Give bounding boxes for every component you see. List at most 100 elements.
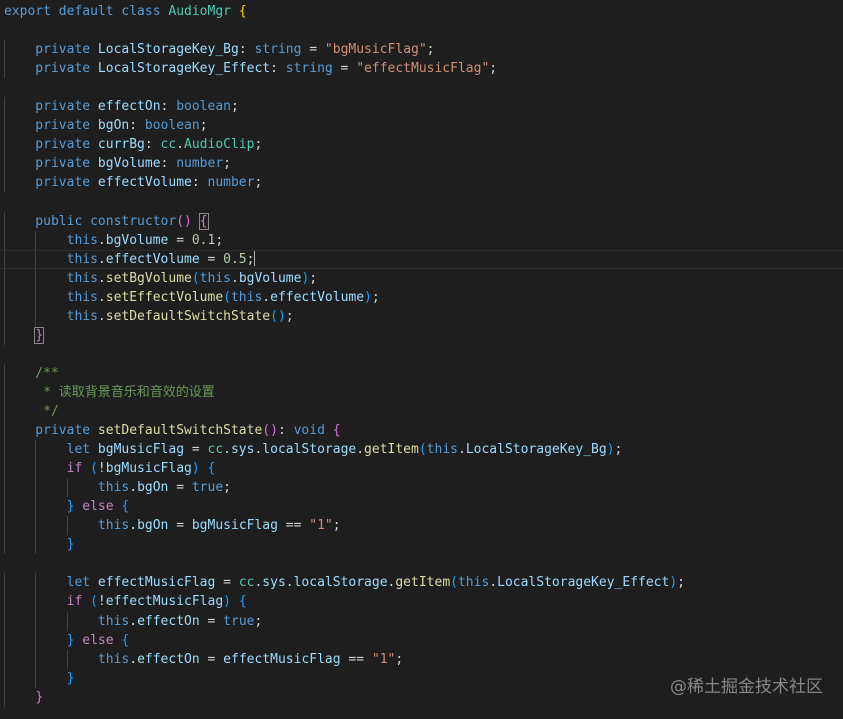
- code-token: }: [35, 689, 44, 705]
- code-line[interactable]: private setDefaultSwitchState(): void {: [0, 421, 843, 441]
- code-line[interactable]: this.effectVolume = 0.5;: [0, 249, 843, 269]
- code-token: :: [160, 156, 177, 172]
- code-token: constructor: [90, 213, 177, 229]
- indent-guide: [4, 116, 5, 136]
- code-token: getItem: [395, 575, 451, 591]
- code-line[interactable]: [0, 192, 843, 211]
- code-token: LocalStorageKey_Bg: [97, 42, 239, 58]
- code-token: setEffectVolume: [105, 289, 224, 305]
- code-token: (: [223, 289, 231, 305]
- code-token: bgVolume: [105, 232, 169, 248]
- code-line[interactable]: if (!effectMusicFlag) {: [0, 592, 843, 612]
- code-line[interactable]: let bgMusicFlag = cc.sys.localStorage.ge…: [0, 440, 843, 460]
- code-token: getItem: [364, 442, 419, 458]
- code-line[interactable]: public constructor() {: [0, 211, 843, 231]
- indent-guide: [4, 363, 5, 383]
- code-line[interactable]: this.setEffectVolume(this.effectVolume);: [0, 287, 843, 307]
- code-token: effectOn: [137, 651, 200, 667]
- code-line[interactable]: [0, 345, 843, 364]
- code-line[interactable]: this.bgOn = true;: [0, 478, 843, 498]
- code-token: .: [457, 442, 466, 458]
- code-line[interactable]: private currBg: cc.AudioClip;: [0, 135, 843, 155]
- code-token: (): [270, 308, 286, 324]
- code-line[interactable]: */: [0, 401, 843, 422]
- indent-guide: [4, 306, 5, 326]
- code-token: ): [606, 442, 615, 458]
- code-token: setDefaultSwitchState: [97, 423, 263, 439]
- code-token: .: [129, 613, 138, 629]
- code-line[interactable]: if (!bgMusicFlag) {: [0, 459, 843, 479]
- code-token: true: [223, 613, 255, 629]
- indent-guide: [35, 535, 37, 555]
- code-line[interactable]: private bgOn: boolean;: [0, 116, 843, 136]
- code-line[interactable]: this.setDefaultSwitchState();: [0, 306, 843, 326]
- code-token: cc: [160, 137, 177, 153]
- code-token: =: [332, 61, 357, 77]
- text-cursor: [254, 250, 256, 266]
- code-token: LocalStorageKey_Bg: [465, 442, 607, 458]
- indent-guide: [4, 154, 5, 174]
- indent-guide: [4, 649, 5, 669]
- indent-guide: [4, 497, 5, 517]
- code-line[interactable]: private bgVolume: number;: [0, 154, 843, 174]
- code-token: bgOn: [97, 118, 130, 134]
- code-line[interactable]: }: [0, 325, 843, 345]
- code-token: let: [4, 575, 98, 591]
- code-line[interactable]: [0, 78, 843, 97]
- code-line[interactable]: [0, 554, 843, 573]
- code-token: bgOn: [137, 480, 169, 496]
- indent-guide: [35, 573, 37, 593]
- code-token: .: [97, 232, 106, 248]
- code-line[interactable]: this.bgVolume = 0.1;: [0, 230, 843, 250]
- code-token: effectVolume: [97, 175, 192, 191]
- code-line[interactable]: /**: [0, 363, 843, 383]
- indent-guide: [35, 440, 37, 460]
- code-line[interactable]: } else {: [0, 497, 843, 517]
- code-token: (): [262, 423, 278, 439]
- code-line[interactable]: this.effectOn = effectMusicFlag == "1";: [0, 649, 843, 669]
- code-token: =: [184, 442, 208, 458]
- indent-guide: [4, 440, 5, 460]
- code-line[interactable]: this.setBgVolume(this.bgVolume);: [0, 268, 843, 288]
- code-line[interactable]: private LocalStorageKey_Effect: string =…: [0, 59, 843, 79]
- code-token: this: [4, 232, 98, 248]
- code-line[interactable]: } else {: [0, 630, 843, 650]
- code-token: "1": [371, 651, 396, 667]
- code-token: private: [4, 118, 98, 134]
- indent-guide: [35, 611, 37, 631]
- code-line[interactable]: this.bgOn = bgMusicFlag == "1";: [0, 516, 843, 536]
- code-line[interactable]: this.effectOn = true;: [0, 611, 843, 631]
- code-line[interactable]: * 读取背景音乐和音效的设置: [0, 382, 843, 402]
- code-editor[interactable]: export default class AudioMgr { private …: [0, 0, 843, 719]
- indent-guide: [4, 230, 5, 250]
- watermark: @稀土掘金技术社区: [670, 677, 823, 697]
- code-token: localStorage: [262, 442, 357, 458]
- code-token: ): [364, 289, 372, 305]
- code-token: cc: [207, 442, 224, 458]
- code-token: =: [215, 575, 239, 591]
- code-line[interactable]: let effectMusicFlag = cc.sys.localStorag…: [0, 573, 843, 593]
- code-token: ;: [215, 232, 224, 248]
- code-line[interactable]: private LocalStorageKey_Bg: string = "bg…: [0, 40, 843, 60]
- code-token: .: [230, 270, 239, 286]
- code-token: ;: [614, 442, 623, 458]
- code-token: "bgMusicFlag": [324, 42, 427, 58]
- code-token: bgOn: [137, 518, 169, 534]
- code-token: else: [74, 499, 122, 515]
- code-line[interactable]: }: [0, 535, 843, 555]
- code-line[interactable]: [0, 21, 843, 40]
- code-token: if: [4, 594, 91, 610]
- code-line[interactable]: export default class AudioMgr {: [0, 2, 843, 21]
- code-token: :: [129, 118, 145, 134]
- code-token: this: [4, 251, 98, 267]
- indent-guide: [4, 382, 5, 402]
- code-line[interactable]: private effectVolume: number;: [0, 173, 843, 193]
- code-token: sys: [262, 575, 286, 591]
- code-token: .: [223, 442, 231, 458]
- code-token: private: [4, 423, 98, 439]
- code-line[interactable]: private effectOn: boolean;: [0, 97, 843, 117]
- code-token: ==: [277, 518, 310, 534]
- code-area[interactable]: export default class AudioMgr { private …: [0, 2, 843, 707]
- indent-guide: [35, 306, 37, 326]
